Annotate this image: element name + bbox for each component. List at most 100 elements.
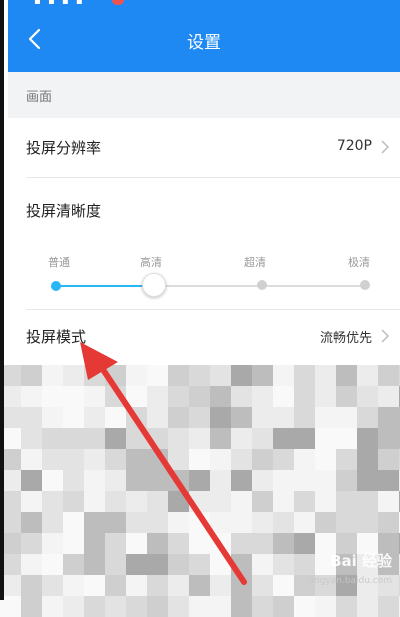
slider-track-fill <box>55 285 154 287</box>
mosaic-cell <box>42 512 63 533</box>
mosaic-cell <box>21 491 42 512</box>
mosaic-cell <box>273 596 294 617</box>
mosaic-cell <box>84 470 105 491</box>
mosaic-cell <box>294 365 315 386</box>
mosaic-cell <box>84 365 105 386</box>
mosaic-cell <box>336 428 357 449</box>
mosaic-cell <box>231 449 252 470</box>
mosaic-cell <box>168 533 189 554</box>
level-label-hd[interactable]: 高清 <box>140 254 162 270</box>
slider-start-dot <box>51 281 61 291</box>
mosaic-cell <box>63 596 84 617</box>
clarity-slider[interactable]: 普通 高清 超清 极清 <box>8 240 400 310</box>
mosaic-cell <box>42 386 63 407</box>
mosaic-cell <box>42 491 63 512</box>
mosaic-cell <box>63 512 84 533</box>
mosaic-cell <box>168 596 189 617</box>
mosaic-cell <box>273 449 294 470</box>
mosaic-cell <box>252 428 273 449</box>
mosaic-cell <box>357 491 378 512</box>
mosaic-cell <box>294 470 315 491</box>
mosaic-cell <box>63 386 84 407</box>
mosaic-cell <box>147 533 168 554</box>
mosaic-cell <box>315 470 336 491</box>
mosaic-cell <box>210 407 231 428</box>
level-label-normal[interactable]: 普通 <box>48 254 70 270</box>
mosaic-cell <box>168 470 189 491</box>
mosaic-cell <box>210 449 231 470</box>
mosaic-cell <box>168 512 189 533</box>
chevron-right-icon <box>381 329 390 343</box>
mosaic-cell <box>273 470 294 491</box>
mosaic-cell <box>21 512 42 533</box>
mosaic-cell <box>189 533 210 554</box>
mode-row[interactable]: 投屏模式 流畅优先 <box>8 310 400 362</box>
mosaic-cell <box>168 428 189 449</box>
mosaic-cell <box>84 533 105 554</box>
mosaic-cell <box>126 470 147 491</box>
mosaic-cell <box>168 449 189 470</box>
mosaic-cell <box>105 365 126 386</box>
mosaic-cell <box>63 428 84 449</box>
mosaic-cell <box>21 386 42 407</box>
mosaic-cell <box>21 533 42 554</box>
mosaic-cell <box>252 449 273 470</box>
mosaic-cell <box>126 428 147 449</box>
level-label-super[interactable]: 超清 <box>244 254 266 270</box>
mosaic-cell <box>357 470 378 491</box>
resolution-row[interactable]: 投屏分辨率 720P <box>8 118 400 178</box>
mosaic-cell <box>84 575 105 596</box>
mosaic-cell <box>210 575 231 596</box>
mosaic-cell <box>315 512 336 533</box>
mosaic-cell <box>105 554 126 575</box>
watermark-logo: Bai 经验 <box>330 552 392 570</box>
mosaic-cell <box>105 449 126 470</box>
mosaic-cell <box>252 596 273 617</box>
mosaic-cell <box>273 386 294 407</box>
mosaic-cell <box>147 365 168 386</box>
mosaic-cell <box>273 428 294 449</box>
mosaic-cell <box>357 365 378 386</box>
mosaic-cell <box>168 575 189 596</box>
mosaic-cell <box>84 512 105 533</box>
mosaic-cell <box>168 407 189 428</box>
mosaic-cell <box>147 407 168 428</box>
mosaic-cell <box>210 491 231 512</box>
mosaic-cell <box>378 428 399 449</box>
mosaic-cell <box>189 428 210 449</box>
slider-stop-dot[interactable] <box>257 280 267 290</box>
mosaic-cell <box>105 596 126 617</box>
mosaic-cell <box>210 596 231 617</box>
mosaic-cell <box>315 491 336 512</box>
mosaic-cell <box>42 470 63 491</box>
slider-track[interactable] <box>55 285 369 287</box>
status-icons: ▪ ▪ ▪ ▪ <box>34 0 85 7</box>
mosaic-cell <box>21 470 42 491</box>
mosaic-cell <box>105 470 126 491</box>
mosaic-cell <box>378 386 399 407</box>
mosaic-cell <box>231 575 252 596</box>
mosaic-cell <box>378 449 399 470</box>
mosaic-cell <box>357 596 378 617</box>
mosaic-cell <box>210 554 231 575</box>
mosaic-cell <box>315 449 336 470</box>
slider-knob[interactable] <box>142 273 166 297</box>
mosaic-cell <box>21 554 42 575</box>
slider-stop-dot[interactable] <box>360 280 370 290</box>
mosaic-cell <box>168 386 189 407</box>
mosaic-cell <box>189 407 210 428</box>
mosaic-cell <box>84 407 105 428</box>
mosaic-cell <box>252 533 273 554</box>
mosaic-cell <box>21 365 42 386</box>
section-title: 画面 <box>26 90 53 105</box>
mosaic-cell <box>252 554 273 575</box>
mosaic-cell <box>294 596 315 617</box>
level-label-ultra[interactable]: 极清 <box>348 254 370 270</box>
page-title: 设置 <box>187 33 221 53</box>
left-border <box>0 0 4 600</box>
mosaic-cell <box>231 470 252 491</box>
mosaic-cell <box>126 407 147 428</box>
mosaic-cell <box>21 407 42 428</box>
mosaic-cell <box>315 365 336 386</box>
mosaic-cell <box>273 407 294 428</box>
